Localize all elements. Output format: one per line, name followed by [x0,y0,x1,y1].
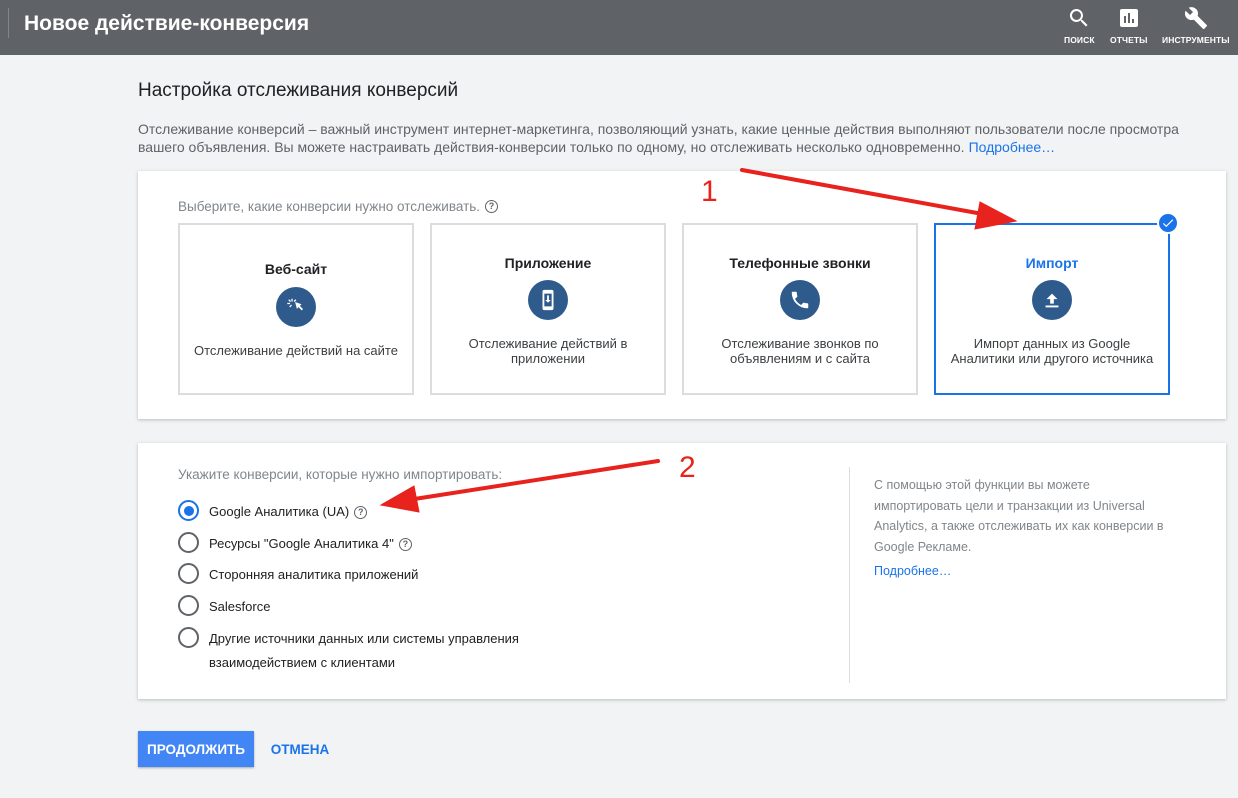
radio-button-selected[interactable] [178,500,199,521]
top-bar: Новое действие-конверсия ПОИСК ОТЧЕТЫ ИН… [0,0,1238,55]
continue-button[interactable]: ПРОДОЛЖИТЬ [138,731,254,767]
header-divider [8,8,9,38]
radio-salesforce[interactable]: Salesforce [178,595,270,619]
option-phone-calls-title: Телефонные звонки [729,255,871,271]
radio-label-text: Google Аналитика (UA) [209,504,350,519]
option-app[interactable]: Приложение Отслеживание действий в прило… [430,223,666,395]
radio-label: Другие источники данных или системы упра… [209,631,519,670]
import-source-question: Укажите конверсии, которые нужно импорти… [178,467,503,482]
option-website[interactable]: Веб-сайт Отслеживание действий на сайте [178,223,414,395]
phone-icon [780,280,820,320]
conversion-type-question: Выберите, какие конверсии нужно отслежив… [178,199,499,214]
wrench-icon [1184,7,1207,29]
reports-tool-button[interactable]: ОТЧЕТЫ [1110,6,1148,45]
option-phone-calls[interactable]: Телефонные звонки Отслеживание звонков п… [682,223,918,395]
radio-button[interactable] [178,532,199,553]
tools-tool-button[interactable]: ИНСТРУМЕНТЫ [1162,6,1230,45]
radio-button[interactable] [178,563,199,584]
cancel-button[interactable]: ОТМЕНА [262,731,338,767]
radio-google-analytics-4[interactable]: Ресурсы "Google Аналитика 4" ? [178,532,412,556]
tools-tool-label: ИНСТРУМЕНТЫ [1162,35,1230,45]
radio-button[interactable] [178,627,199,648]
cursor-click-icon [276,287,316,327]
upload-icon [1032,280,1072,320]
intro-text: Отслеживание конверсий – важный инструме… [138,120,1228,156]
option-import-desc: Импорт данных из Google Аналитики или др… [950,336,1154,366]
option-phone-calls-desc: Отслеживание звонков по объявлениям и с … [721,336,879,366]
search-icon [1070,9,1088,27]
radio-other-sources[interactable]: Другие источники данных или системы упра… [178,627,569,675]
radio-label: Ресурсы "Google Аналитика 4" ? [209,532,412,556]
conversion-type-question-text: Выберите, какие конверсии нужно отслежив… [178,199,481,214]
annotation-marker-2: 2 [679,451,696,484]
page-header-title: Новое действие-конверсия [24,12,310,35]
phone-download-icon [528,280,568,320]
reports-tool-label: ОТЧЕТЫ [1110,35,1148,45]
option-website-desc: Отслеживание действий на сайте [194,343,398,358]
option-website-title: Веб-сайт [264,261,328,277]
radio-label: Salesforce [209,599,271,614]
radio-label-text: Ресурсы "Google Аналитика 4" [209,536,394,551]
option-import[interactable]: Импорт Импорт данных из Google Аналитики… [934,223,1170,395]
intro-learn-more-link[interactable]: Подробнее… [969,139,1056,155]
radio-label: Сторонняя аналитика приложений [209,567,419,582]
option-app-title: Приложение [504,255,592,271]
help-icon[interactable]: ? [354,505,368,519]
import-learn-more-link[interactable]: Подробнее… [874,564,951,578]
page-title: Настройка отслеживания конверсий [138,80,459,101]
radio-label: Google Аналитика (UA) ? [209,500,368,524]
help-icon[interactable]: ? [485,200,499,213]
radio-button[interactable] [178,595,199,616]
vertical-divider [849,467,850,683]
search-tool-button[interactable]: ПОИСК [1064,6,1095,45]
import-help-text: С помощью этой функции вы можете импорти… [874,478,1164,554]
option-app-desc: Отслеживание действий в приложении [468,336,628,366]
help-icon[interactable]: ? [398,537,412,551]
radio-google-analytics-ua[interactable]: Google Аналитика (UA) ? [178,500,368,524]
search-tool-label: ПОИСК [1064,35,1095,45]
radio-third-party-app-analytics[interactable]: Сторонняя аналитика приложений [178,563,418,587]
option-import-title: Импорт [1025,255,1079,271]
annotation-marker-1: 1 [701,175,718,208]
selected-check-icon [1157,212,1179,234]
reports-icon [1119,9,1138,27]
conversion-type-card: Выберите, какие конверсии нужно отслежив… [138,171,1226,419]
